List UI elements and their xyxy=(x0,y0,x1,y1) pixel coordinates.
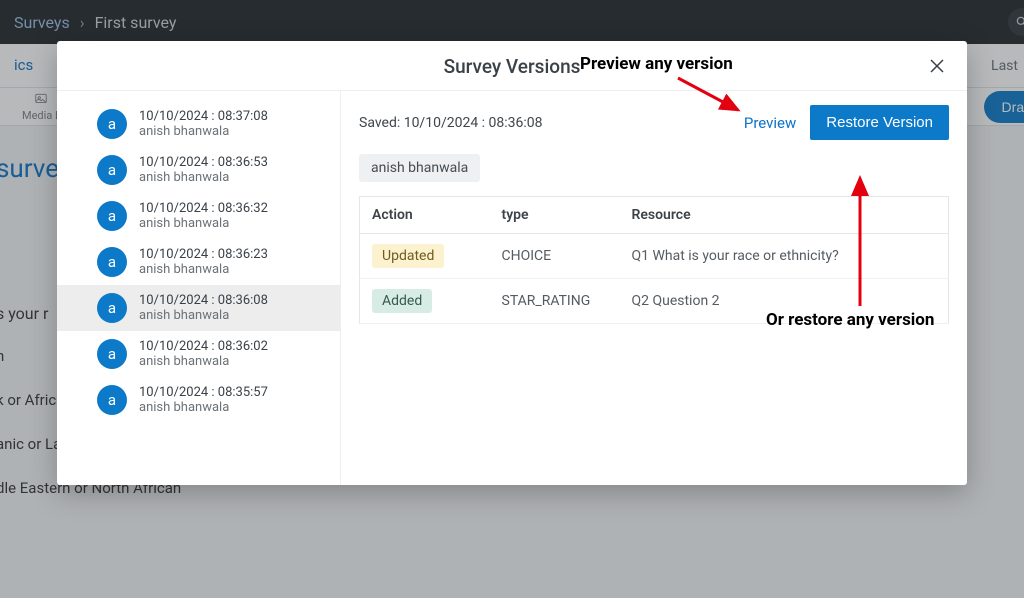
avatar: a xyxy=(97,201,127,231)
change-type: STAR_RATING xyxy=(490,279,620,324)
version-item[interactable]: a 10/10/2024 : 08:36:02anish bhanwala xyxy=(57,331,340,377)
version-time: 10/10/2024 : 08:36:32 xyxy=(139,201,268,216)
version-item[interactable]: a 10/10/2024 : 08:36:08anish bhanwala xyxy=(57,285,340,331)
change-resource: Q2 Question 2 xyxy=(620,279,949,324)
modal-title: Survey Versions xyxy=(444,55,581,78)
version-detail: Saved: 10/10/2024 : 08:36:08 Preview Res… xyxy=(341,91,967,485)
avatar: a xyxy=(97,385,127,415)
version-time: 10/10/2024 : 08:36:53 xyxy=(139,155,268,170)
changes-table: Action type Resource Updated CHOICEQ1 Wha… xyxy=(359,196,949,324)
survey-versions-modal: Survey Versions a10/10/2024 : 08:37:08an… xyxy=(57,41,967,485)
change-type: CHOICE xyxy=(490,234,620,279)
col-resource: Resource xyxy=(620,197,949,234)
action-badge: Added xyxy=(372,289,432,313)
version-user: anish bhanwala xyxy=(139,262,268,277)
version-time: 10/10/2024 : 08:36:02 xyxy=(139,339,268,354)
saved-timestamp: Saved: 10/10/2024 : 08:36:08 xyxy=(359,115,543,131)
version-item[interactable]: a 10/10/2024 : 08:37:08anish bhanwala xyxy=(57,101,340,147)
avatar: a xyxy=(97,247,127,277)
version-time: 10/10/2024 : 08:36:08 xyxy=(139,293,268,308)
versions-list[interactable]: a10/10/2024 : 08:37:08anish bhanwalaa10/… xyxy=(57,91,341,485)
version-item[interactable]: a 10/10/2024 : 08:36:23anish bhanwala xyxy=(57,239,340,285)
version-user: anish bhanwala xyxy=(139,308,268,323)
action-badge: Updated xyxy=(372,244,444,268)
table-row: Updated CHOICEQ1 What is your race or eth… xyxy=(360,234,949,279)
version-item[interactable]: a 10/10/2024 : 08:36:53anish bhanwala xyxy=(57,147,340,193)
restore-version-button[interactable]: Restore Version xyxy=(810,105,949,140)
version-time: 10/10/2024 : 08:35:57 xyxy=(139,385,268,400)
table-row: Added STAR_RATINGQ2 Question 2 xyxy=(360,279,949,324)
version-user: anish bhanwala xyxy=(139,170,268,185)
avatar: a xyxy=(97,155,127,185)
version-user: anish bhanwala xyxy=(139,216,268,231)
avatar: a xyxy=(97,109,127,139)
modal-header: Survey Versions xyxy=(57,41,967,91)
editor-chip: anish bhanwala xyxy=(359,154,480,182)
preview-link[interactable]: Preview xyxy=(744,114,796,132)
avatar: a xyxy=(97,339,127,369)
version-user: anish bhanwala xyxy=(139,400,268,415)
version-time: 10/10/2024 : 08:36:23 xyxy=(139,247,268,262)
version-user: anish bhanwala xyxy=(139,124,268,139)
col-type: type xyxy=(490,197,620,234)
version-time: 10/10/2024 : 08:37:08 xyxy=(139,109,268,124)
close-icon[interactable] xyxy=(925,54,949,78)
version-item[interactable]: a 10/10/2024 : 08:35:57anish bhanwala xyxy=(57,377,340,423)
avatar: a xyxy=(97,293,127,323)
col-action: Action xyxy=(360,197,490,234)
version-user: anish bhanwala xyxy=(139,354,268,369)
version-item[interactable]: a 10/10/2024 : 08:36:32anish bhanwala xyxy=(57,193,340,239)
change-resource: Q1 What is your race or ethnicity? xyxy=(620,234,949,279)
